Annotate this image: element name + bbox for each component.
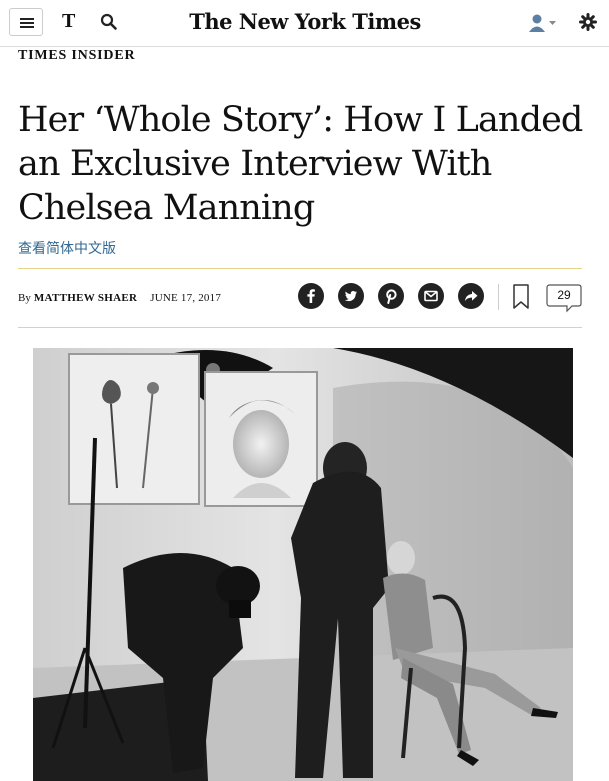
user-icon <box>529 14 556 32</box>
bookmark-icon <box>513 284 529 309</box>
settings-button[interactable] <box>579 13 597 31</box>
t-logo-icon[interactable]: T <box>62 10 75 33</box>
masthead-logo[interactable]: The New York Times <box>170 9 440 34</box>
chinese-version-link[interactable]: 查看简体中文版 <box>18 238 116 258</box>
facebook-icon <box>307 289 315 303</box>
save-bookmark-button[interactable] <box>512 284 530 310</box>
top-bar: T The New York Times <box>0 0 609 47</box>
author-name[interactable]: MATTHEW SHAER <box>34 292 137 304</box>
photo-illustration <box>33 348 573 781</box>
byline-prefix: By <box>18 292 31 304</box>
byline: By MATTHEW SHAER JUNE 17, 2017 <box>18 290 221 305</box>
article-headline: Her ‘Whole Story’: How I Landed an Exclu… <box>18 100 583 228</box>
pinterest-icon <box>386 289 397 304</box>
user-menu-button[interactable] <box>528 12 560 34</box>
comment-count: 29 <box>557 288 571 302</box>
publish-date: JUNE 17, 2017 <box>150 292 222 304</box>
email-share-button[interactable] <box>418 283 444 309</box>
gear-icon <box>579 13 597 31</box>
section-kicker[interactable]: TIMES INSIDER <box>18 48 135 64</box>
facebook-share-button[interactable] <box>298 283 324 309</box>
twitter-share-button[interactable] <box>338 283 364 309</box>
email-icon <box>424 290 438 302</box>
share-icon <box>465 291 478 301</box>
lead-photo <box>33 348 573 781</box>
comments-button[interactable]: 29 <box>546 284 582 313</box>
menu-icon <box>20 18 34 20</box>
search-button[interactable] <box>100 13 118 31</box>
more-share-button[interactable] <box>458 283 484 309</box>
toolbar-divider <box>498 284 499 310</box>
divider-rule <box>18 268 582 269</box>
search-icon <box>100 13 117 30</box>
divider-rule-2 <box>18 327 582 328</box>
pinterest-share-button[interactable] <box>378 283 404 309</box>
twitter-icon <box>344 291 357 302</box>
menu-button[interactable] <box>9 8 43 36</box>
